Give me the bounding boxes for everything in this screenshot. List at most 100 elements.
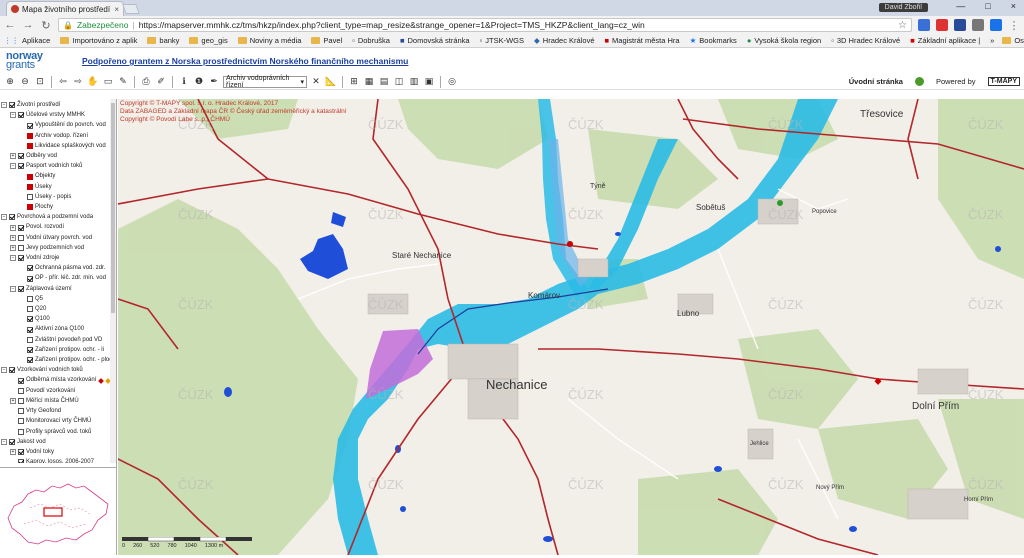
back-icon[interactable]: ← — [4, 19, 16, 31]
collapse-icon[interactable]: − — [10, 112, 16, 119]
browser-tab[interactable]: Mapa životního prostředí × — [6, 1, 124, 16]
reload-icon[interactable]: ↻ — [40, 19, 52, 32]
bookmark-item[interactable]: ■ Základní aplikace | — [910, 36, 980, 45]
tree-node[interactable]: Odběrná místa vzorkování — [0, 375, 116, 385]
extension-icon[interactable] — [954, 19, 966, 31]
tree-node[interactable]: Zvláštní povodeň pod VD — [0, 335, 116, 345]
layer-checkbox[interactable] — [18, 112, 24, 119]
status-icon[interactable] — [914, 77, 924, 86]
zoom-box-icon[interactable]: ⊡ — [34, 76, 46, 88]
tree-node[interactable]: − Životní prostředí — [0, 100, 116, 110]
layer-checkbox[interactable] — [18, 255, 24, 262]
tree-node[interactable]: + Jevy podzemních vod — [0, 243, 116, 253]
measure-icon[interactable]: ▭ — [102, 76, 114, 88]
tree-node[interactable]: Ochranná pásma vod. zdr. — [0, 263, 116, 273]
layer-checkbox[interactable] — [18, 408, 24, 415]
other-bookmarks[interactable]: Ostatní záložky — [1002, 36, 1024, 45]
layer-checkbox[interactable] — [18, 244, 24, 251]
tree-node[interactable]: Objekty — [0, 171, 116, 181]
tree-node[interactable]: Plochy — [0, 202, 116, 212]
collapse-icon[interactable]: − — [10, 163, 16, 170]
home-link[interactable]: Úvodní stránka — [849, 77, 903, 86]
close-window-button[interactable]: × — [1011, 1, 1016, 11]
settings-icon[interactable]: ▣ — [423, 76, 435, 88]
layer-checkbox[interactable] — [18, 418, 24, 425]
export-icon[interactable]: ▥ — [408, 76, 420, 88]
layer-checkbox[interactable] — [18, 234, 24, 241]
xy-coordinates-icon[interactable]: ✕ — [310, 76, 322, 88]
collapse-icon[interactable]: − — [1, 367, 7, 374]
layer-checkbox[interactable] — [27, 193, 33, 200]
tree-node[interactable]: Q5 — [0, 294, 116, 304]
layer-checkbox[interactable] — [18, 224, 24, 231]
ruler-icon[interactable]: 📐 — [325, 76, 337, 88]
tree-node[interactable]: Likvidace splaškových vod — [0, 141, 116, 151]
layer-checkbox[interactable] — [18, 285, 24, 292]
forward-view-icon[interactable]: ⇨ — [72, 76, 84, 88]
tree-node[interactable]: Q20 — [0, 304, 116, 314]
layers-icon[interactable]: ◫ — [393, 76, 405, 88]
user-profile[interactable]: David Zbořil — [878, 3, 928, 12]
bookmark-item[interactable]: geo_gis — [189, 36, 228, 45]
pan-icon[interactable]: ✋ — [87, 76, 99, 88]
tree-node[interactable]: − Účelové vrstvy MMHK — [0, 110, 116, 120]
bookmark-item[interactable]: ■ Domovská stránka — [400, 36, 470, 45]
layer-checkbox[interactable] — [9, 438, 15, 445]
layer-checkbox[interactable] — [18, 459, 24, 463]
forward-icon[interactable]: → — [22, 19, 34, 31]
layer-checkbox[interactable] — [27, 265, 33, 272]
info-icon[interactable]: ℹ — [178, 76, 190, 88]
layer-checkbox[interactable] — [27, 336, 33, 343]
menu-icon[interactable]: ⋮ — [1008, 19, 1020, 32]
bookmark-item[interactable]: ⋮⋮ Aplikace — [4, 36, 50, 45]
expand-icon[interactable]: + — [10, 234, 16, 241]
layer-checkbox[interactable] — [18, 387, 24, 394]
layer-checkbox[interactable] — [27, 295, 33, 302]
layer-checkbox[interactable] — [27, 122, 33, 129]
globe-icon[interactable]: ◎ — [446, 76, 458, 88]
tree-node[interactable]: Aktivní zóna Q100 — [0, 324, 116, 334]
layer-select[interactable]: Archiv vodoprávních řízení ▾ — [223, 75, 307, 89]
collapse-icon[interactable]: − — [1, 214, 7, 221]
tree-node[interactable]: Úseky - popis — [0, 192, 116, 202]
tree-node[interactable]: Profily správců vod. toků — [0, 427, 116, 437]
bookmark-item[interactable]: ● Vysoká škola region — [747, 36, 821, 45]
collapse-icon[interactable]: − — [1, 438, 7, 445]
extension-icon[interactable] — [990, 19, 1002, 31]
layer-checkbox[interactable] — [27, 306, 33, 313]
tree-node[interactable]: − Vodní zdroje — [0, 253, 116, 263]
layer-checkbox[interactable] — [9, 102, 15, 109]
tree-node[interactable]: Archiv vodop. řízení — [0, 131, 116, 141]
tree-node[interactable]: + Měřící místa ČHMÚ — [0, 396, 116, 406]
tree-node[interactable]: Zařízení protipov. ochr. - li — [0, 345, 116, 355]
tree-node[interactable]: Úseky — [0, 182, 116, 192]
zoom-out-icon[interactable]: ⊖ — [19, 76, 31, 88]
layer-checkbox[interactable] — [18, 428, 24, 435]
extension-icon[interactable] — [972, 19, 984, 31]
tree-node[interactable]: − Vzorkování vodních toků — [0, 365, 116, 375]
tree-node[interactable]: − Jakost vod — [0, 437, 116, 447]
maximize-button[interactable]: □ — [985, 1, 990, 11]
tmapy-logo[interactable]: T-MAPY — [987, 77, 1020, 86]
tree-node[interactable]: − Pasport vodních toků — [0, 161, 116, 171]
query-icon[interactable]: ❶ — [193, 76, 205, 88]
collapse-icon[interactable]: − — [1, 102, 7, 109]
tab-close-icon[interactable]: × — [114, 5, 119, 14]
pen-icon[interactable]: ✒ — [208, 76, 220, 88]
layer-checkbox[interactable] — [18, 397, 24, 404]
tree-node[interactable]: Monitorovací vrty ČHMÚ — [0, 416, 116, 426]
tree-node[interactable]: + Vodní toky — [0, 447, 116, 457]
tree-node[interactable]: Zařízení protipov. ochr. - plocha — [0, 355, 116, 365]
layer-checkbox[interactable] — [9, 214, 15, 221]
tree-node[interactable]: + Vodní útvary povrch. vod — [0, 233, 116, 243]
layer-checkbox[interactable] — [18, 163, 24, 170]
binoculars-icon[interactable]: ⊞ — [348, 76, 360, 88]
bookmark-item[interactable]: ◆ Hradec Králové — [534, 36, 594, 45]
bookmark-item[interactable]: ★ Bookmarks — [690, 36, 737, 45]
overview-map[interactable] — [0, 467, 116, 555]
tree-node[interactable]: + Odběry vod — [0, 151, 116, 161]
layer-checkbox[interactable] — [27, 346, 33, 353]
print-icon[interactable]: ⎙ — [140, 76, 152, 88]
bookmark-item[interactable]: banky — [147, 36, 179, 45]
collapse-icon[interactable]: − — [10, 285, 16, 292]
